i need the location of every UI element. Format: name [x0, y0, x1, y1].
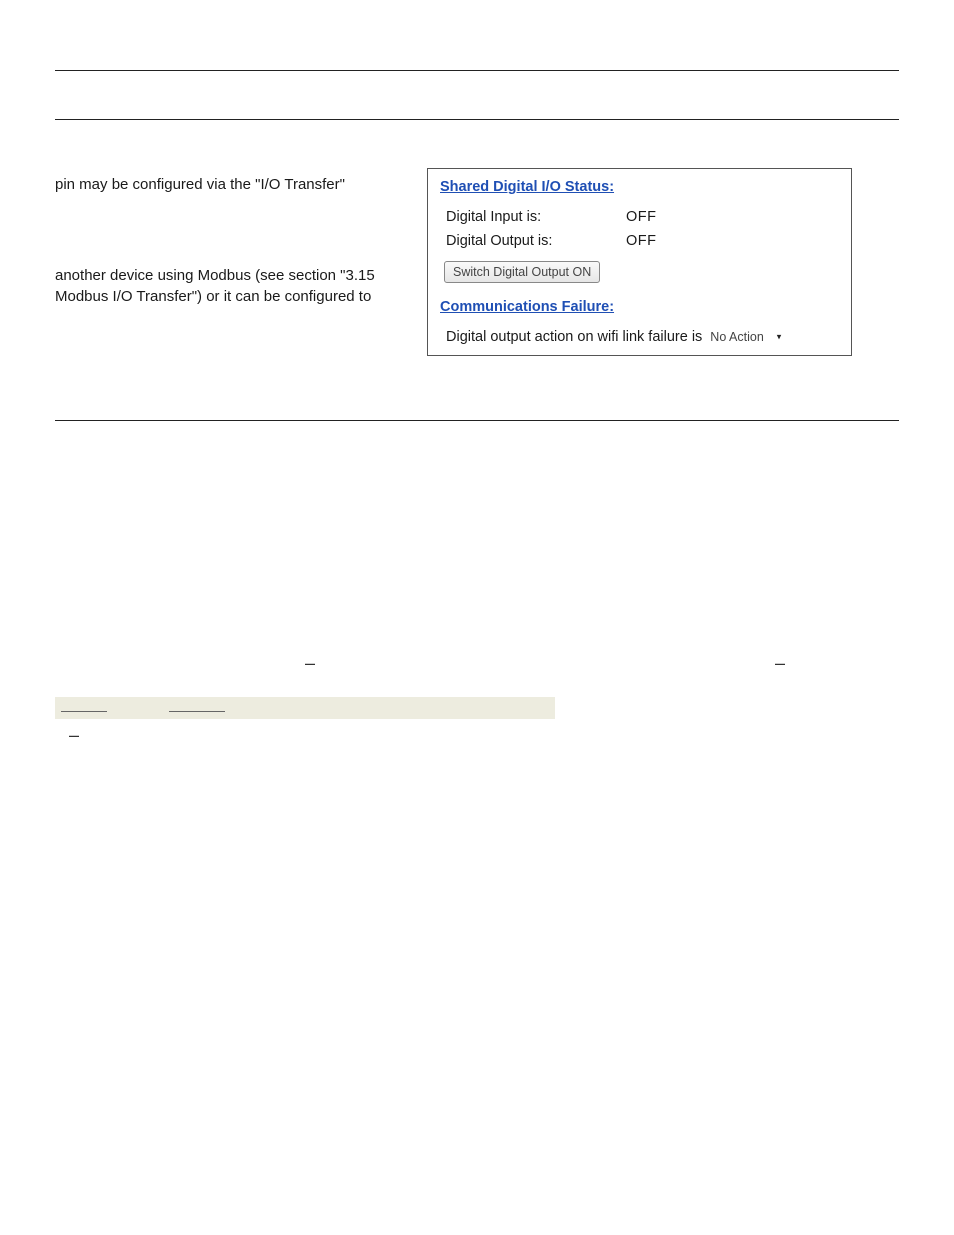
- section-divider: [55, 420, 899, 421]
- shared-io-status-heading: Shared Digital I/O Status:: [440, 179, 839, 195]
- paragraph-modbus: another device using Modbus (see section…: [55, 265, 425, 307]
- digital-output-row: Digital Output is: OFF: [446, 231, 839, 253]
- io-content-row: pin may be configured via the "I/O Trans…: [55, 168, 899, 356]
- failure-action-label: Digital output action on wifi link failu…: [446, 329, 702, 345]
- paragraph-io-transfer: pin may be configured via the "I/O Trans…: [55, 174, 425, 195]
- digital-output-value: OFF: [626, 231, 657, 253]
- body-text-column: pin may be configured via the "I/O Trans…: [55, 168, 425, 307]
- mid-annotation-area: – – –: [55, 621, 899, 751]
- header-underline: [55, 119, 899, 120]
- top-divider: [55, 70, 899, 71]
- io-status-panel: Shared Digital I/O Status: Digital Input…: [427, 168, 852, 356]
- digital-input-value: OFF: [626, 207, 657, 229]
- underline-segment: [169, 711, 225, 712]
- underline-segment: [61, 711, 107, 712]
- switch-digital-output-button[interactable]: Switch Digital Output ON: [444, 261, 600, 283]
- digital-input-label: Digital Input is:: [446, 207, 626, 229]
- communications-failure-heading: Communications Failure:: [440, 299, 839, 315]
- dash-mark: –: [305, 653, 315, 674]
- dash-mark: –: [69, 725, 79, 746]
- digital-input-row: Digital Input is: OFF: [446, 207, 839, 229]
- failure-action-select[interactable]: No Action: [708, 329, 783, 345]
- failure-action-line: Digital output action on wifi link failu…: [446, 329, 839, 345]
- dash-mark: –: [775, 653, 785, 674]
- digital-output-label: Digital Output is:: [446, 231, 626, 253]
- highlight-bar: [55, 697, 555, 719]
